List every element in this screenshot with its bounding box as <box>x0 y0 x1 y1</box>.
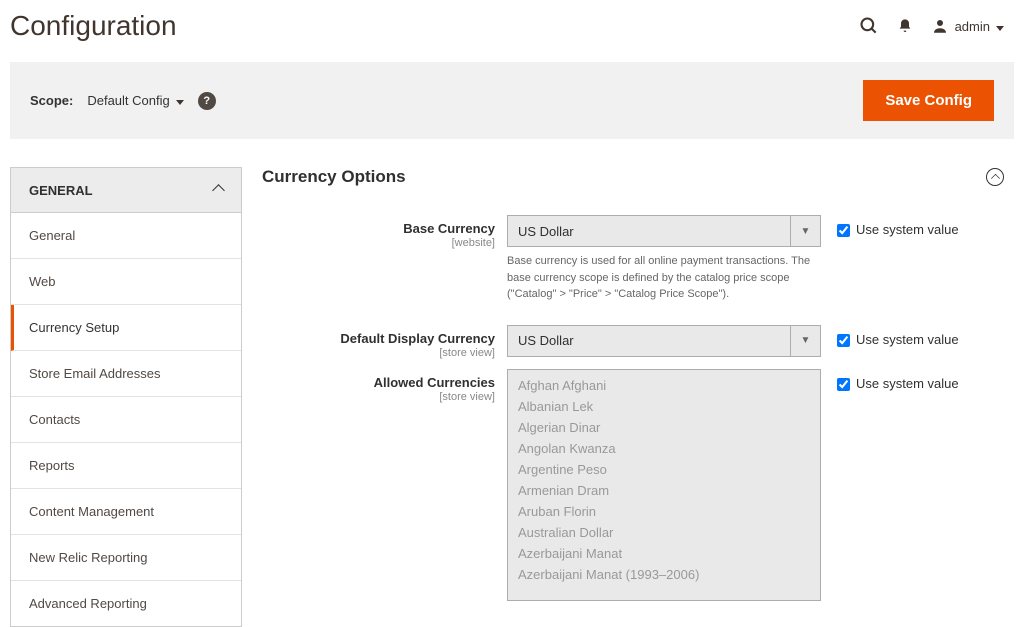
sidebar-item-advanced-reporting[interactable]: Advanced Reporting <box>11 581 241 627</box>
field-allowed-currencies: Allowed Currencies [store view] Afghan A… <box>262 369 1004 601</box>
chevron-up-icon <box>214 182 223 198</box>
field-scope: [website] <box>262 237 495 249</box>
sidebar-item-contacts[interactable]: Contacts <box>11 397 241 443</box>
scope-label: Scope: <box>30 93 73 108</box>
field-scope: [store view] <box>262 347 495 359</box>
use-system-checkbox-base[interactable] <box>837 224 850 237</box>
use-system-label[interactable]: Use system value <box>856 376 959 391</box>
sidebar-item-store-email-addresses[interactable]: Store Email Addresses <box>11 351 241 397</box>
scope-bar: Scope: Default Config ? Save Config <box>10 62 1014 139</box>
user-icon <box>931 17 949 35</box>
scope-select[interactable]: Default Config <box>87 93 183 108</box>
admin-account-menu[interactable]: admin <box>931 17 1004 35</box>
collapse-section-icon[interactable] <box>986 168 1004 186</box>
help-icon[interactable]: ? <box>198 92 216 110</box>
config-main: Currency Options Base Currency [website]… <box>262 167 1014 627</box>
sidebar-item-web[interactable]: Web <box>11 259 241 305</box>
currency-option[interactable]: Algerian Dinar <box>518 417 810 438</box>
sidebar-item-content-management[interactable]: Content Management <box>11 489 241 535</box>
field-help-text: Base currency is used for all online pay… <box>507 253 821 303</box>
section-title: Currency Options <box>262 167 406 187</box>
use-system-label[interactable]: Use system value <box>856 222 959 237</box>
currency-option[interactable]: Armenian Dram <box>518 480 810 501</box>
use-system-checkbox-display[interactable] <box>837 334 850 347</box>
allowed-currencies-multiselect[interactable]: Afghan AfghaniAlbanian LekAlgerian Dinar… <box>507 369 821 601</box>
use-system-checkbox-allowed[interactable] <box>837 378 850 391</box>
currency-option[interactable]: Argentine Peso <box>518 459 810 480</box>
sidebar-item-new-relic-reporting[interactable]: New Relic Reporting <box>11 535 241 581</box>
sidebar-item-general[interactable]: General <box>11 213 241 259</box>
chevron-down-icon <box>996 19 1004 34</box>
field-label: Default Display Currency <box>340 331 495 346</box>
admin-label: admin <box>955 19 990 34</box>
field-label: Base Currency <box>403 221 495 236</box>
currency-option[interactable]: Angolan Kwanza <box>518 438 810 459</box>
notifications-icon[interactable] <box>897 18 913 34</box>
field-default-display-currency: Default Display Currency [store view] US… <box>262 325 1004 359</box>
field-label: Allowed Currencies <box>374 375 495 390</box>
base-currency-select[interactable]: US Dollar ▼ <box>507 215 821 247</box>
save-config-button[interactable]: Save Config <box>863 80 994 121</box>
field-base-currency: Base Currency [website] US Dollar ▼ Base… <box>262 215 1004 303</box>
field-scope: [store view] <box>262 391 495 403</box>
header-actions: admin <box>859 16 1004 36</box>
currency-option[interactable]: Azerbaijani Manat <box>518 543 810 564</box>
sidebar-item-currency-setup[interactable]: Currency Setup <box>11 305 241 351</box>
search-icon[interactable] <box>859 16 879 36</box>
use-system-label[interactable]: Use system value <box>856 332 959 347</box>
currency-option[interactable]: Albanian Lek <box>518 396 810 417</box>
currency-option[interactable]: Australian Dollar <box>518 522 810 543</box>
currency-option[interactable]: Aruban Florin <box>518 501 810 522</box>
currency-option[interactable]: Azerbaijani Manat (1993–2006) <box>518 564 810 585</box>
chevron-down-icon: ▼ <box>790 216 820 246</box>
page-header: Configuration admin <box>0 0 1024 62</box>
sidebar-section-general[interactable]: GENERAL <box>10 167 242 213</box>
default-display-currency-select[interactable]: US Dollar ▼ <box>507 325 821 357</box>
currency-option[interactable]: Afghan Afghani <box>518 375 810 396</box>
sidebar-item-reports[interactable]: Reports <box>11 443 241 489</box>
config-sidebar: GENERAL GeneralWebCurrency SetupStore Em… <box>10 167 242 627</box>
page-title: Configuration <box>10 10 177 42</box>
chevron-down-icon: ▼ <box>790 326 820 356</box>
chevron-down-icon <box>176 93 184 108</box>
